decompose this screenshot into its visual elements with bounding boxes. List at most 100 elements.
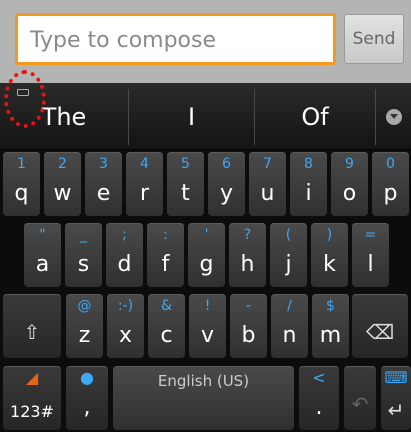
key-label: m [319, 323, 342, 348]
key-hint: ; [122, 227, 127, 243]
undo-key[interactable]: ↶ [344, 366, 376, 430]
key-t[interactable]: 5t [167, 152, 204, 216]
period-share-key[interactable]: < . [299, 366, 339, 430]
enter-key[interactable]: ⌨ ↵ [381, 366, 411, 430]
key-hint: / [287, 298, 292, 314]
key-z[interactable]: @ z [66, 294, 103, 358]
key-hint: 4 [140, 156, 149, 172]
key-label: q [14, 181, 29, 206]
key-label: i [305, 181, 312, 206]
key-label: n [282, 323, 297, 348]
key-label: l [367, 252, 374, 277]
key-hint: ( [285, 227, 292, 243]
key-hint: 9 [345, 156, 354, 172]
key-j[interactable]: (j [270, 223, 307, 287]
key-hint: _ [80, 227, 87, 243]
microphone-icon: ● [80, 368, 94, 387]
shift-icon: ⇧ [23, 320, 41, 344]
key-label: g [199, 252, 214, 277]
compose-input[interactable]: Type to compose [15, 13, 336, 65]
key-hint: @ [77, 298, 92, 314]
space-key[interactable]: English (US) [113, 366, 294, 430]
key-hint: & [161, 298, 172, 314]
key-label: f [161, 252, 170, 277]
key-hint: $ [326, 298, 335, 314]
key-label: a [35, 252, 50, 277]
suggestion-2[interactable]: I [129, 83, 254, 150]
key-label: e [96, 181, 111, 206]
key-label: d [117, 252, 132, 277]
key-n[interactable]: / n [271, 294, 308, 358]
key-hint: 1 [17, 156, 26, 172]
key-hint: 8 [304, 156, 313, 172]
key-f[interactable]: :f [147, 223, 184, 287]
key-label: r [139, 181, 150, 206]
key-hint: ? [243, 227, 252, 243]
key-b[interactable]: -b [230, 294, 267, 358]
swype-settings-icon: ◢ [25, 368, 39, 387]
key-label: w [53, 181, 72, 206]
period-label: . [315, 395, 323, 420]
key-s[interactable]: _ s [65, 223, 102, 287]
key-l[interactable]: = l [352, 223, 389, 287]
key-label: t [181, 181, 190, 206]
backspace-icon: ⌫ [365, 320, 395, 344]
key-hint: 7 [263, 156, 272, 172]
comma-mic-key[interactable]: ● , [66, 366, 108, 430]
send-button[interactable]: Send [344, 14, 404, 64]
key-g[interactable]: ' g [188, 223, 225, 287]
key-hint: 2 [58, 156, 67, 172]
key-hint: ! [204, 298, 211, 314]
symbols-key[interactable]: ◢ 123# [3, 366, 61, 430]
key-a[interactable]: " a [24, 223, 61, 287]
key-hint: ) [326, 227, 333, 243]
expand-suggestions-icon[interactable] [377, 83, 411, 150]
key-hint: " [39, 227, 46, 243]
key-d[interactable]: ; d [106, 223, 143, 287]
key-i[interactable]: 8i [290, 152, 327, 216]
key-hint: 6 [222, 156, 231, 172]
key-label: u [260, 181, 275, 206]
key-label: z [78, 323, 91, 348]
key-hint: 5 [181, 156, 190, 172]
suggestion-divider [375, 89, 376, 145]
suggestion-3[interactable]: Of [255, 83, 375, 150]
key-y[interactable]: 6y [208, 152, 245, 216]
key-label: j [285, 252, 292, 277]
key-o[interactable]: 9o [331, 152, 368, 216]
key-label: x [118, 323, 133, 348]
key-w[interactable]: 2w [44, 152, 81, 216]
key-hint: - [245, 298, 252, 314]
key-label: h [240, 252, 255, 277]
key-r[interactable]: 4r [126, 152, 163, 216]
shift-key[interactable]: ⇧ [3, 294, 61, 358]
key-hint: :-) [117, 298, 134, 314]
key-h[interactable]: ? h [229, 223, 266, 287]
key-label: y [219, 181, 234, 206]
key-x[interactable]: :-) x [107, 294, 144, 358]
key-p[interactable]: 0p [372, 152, 409, 216]
key-hint: 3 [99, 156, 108, 172]
key-label: p [383, 181, 398, 206]
compose-placeholder: Type to compose [30, 28, 217, 53]
keyboard-icon: ⌨ [384, 368, 408, 387]
key-v[interactable]: ! v [189, 294, 226, 358]
key-e[interactable]: 3e [85, 152, 122, 216]
backspace-key[interactable]: ⌫ [352, 294, 408, 358]
key-q[interactable]: 1q [3, 152, 40, 216]
keyboard: 1q2w3e4r5t6y7u8i9o0p " a _ s; d: f ' g? h(j) k = l … [0, 150, 411, 432]
share-icon: < [312, 368, 326, 387]
key-hint: = [364, 227, 377, 243]
key-c[interactable]: & c [148, 294, 185, 358]
key-u[interactable]: 7u [249, 152, 286, 216]
key-label: c [160, 323, 173, 348]
compose-bar: Type to compose Send [0, 0, 411, 83]
key-label: b [241, 323, 256, 348]
key-k[interactable]: ) k [311, 223, 348, 287]
symbols-label: 123# [10, 402, 54, 421]
key-hint: ' [204, 227, 209, 243]
highlight-annotation [4, 70, 46, 128]
key-label: k [323, 252, 336, 277]
key-label: v [200, 323, 215, 348]
key-m[interactable]: $ m [312, 294, 349, 358]
